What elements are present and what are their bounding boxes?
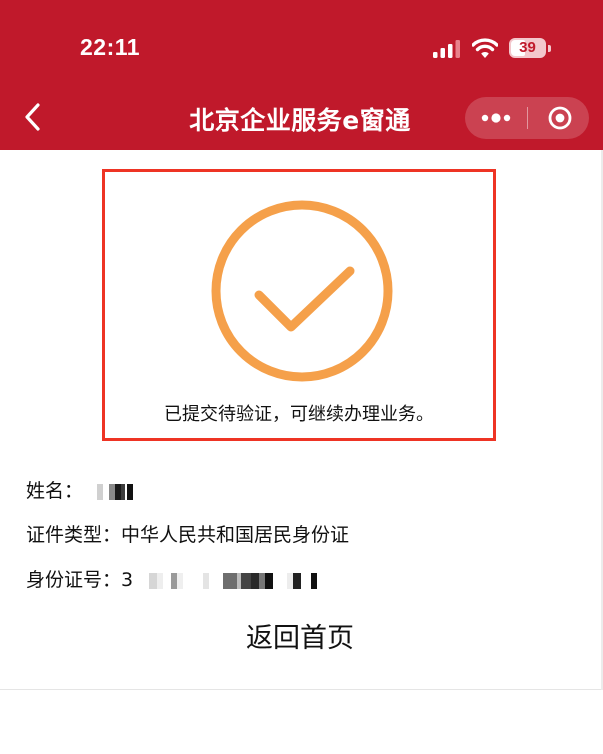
app-header: 22:11 39 北京企业服务e窗通 xyxy=(0,0,603,150)
result-panel: 已提交待验证，可继续办理业务。 xyxy=(102,169,496,441)
signal-icon xyxy=(433,40,460,58)
id-number-row: 身份证号：3 xyxy=(26,565,328,592)
return-home-button[interactable]: 返回首页 xyxy=(200,617,400,661)
page-title: 北京企业服务e窗通 xyxy=(189,106,411,135)
more-button[interactable] xyxy=(465,97,527,139)
close-button[interactable] xyxy=(528,97,589,139)
mini-program-capsule xyxy=(465,97,589,139)
screen: 22:11 39 北京企业服务e窗通 已提交待验证，可继续办理业务。 姓名： 证… xyxy=(0,0,603,754)
id-number-label: 身份证号： xyxy=(26,569,122,591)
id-type-row: 证件类型：中华人民共和国居民身份证 xyxy=(26,520,349,547)
check-circle-icon xyxy=(211,200,393,382)
result-message: 已提交待验证，可继续办理业务。 xyxy=(164,404,434,425)
id-number-visible: 3 xyxy=(121,569,134,591)
name-label: 姓名： xyxy=(26,480,84,502)
name-row: 姓名： xyxy=(26,476,138,503)
status-bar: 22:11 39 xyxy=(0,0,603,95)
more-dots-icon xyxy=(481,113,511,123)
chevron-left-icon[interactable] xyxy=(20,102,46,132)
battery-cap xyxy=(548,45,551,52)
battery-level: 39 xyxy=(519,39,536,56)
content-bottom-divider xyxy=(0,689,603,690)
id-type-label: 证件类型： xyxy=(26,524,122,546)
battery-icon: 39 xyxy=(509,38,551,58)
wifi-icon xyxy=(472,38,498,58)
name-masked-value xyxy=(89,483,138,500)
id-number-masked-value xyxy=(137,572,328,589)
status-time: 22:11 xyxy=(80,34,141,60)
target-circle-icon xyxy=(548,106,572,130)
nav-bar: 北京企业服务e窗通 xyxy=(0,95,603,150)
id-type-value: 中华人民共和国居民身份证 xyxy=(121,524,350,546)
